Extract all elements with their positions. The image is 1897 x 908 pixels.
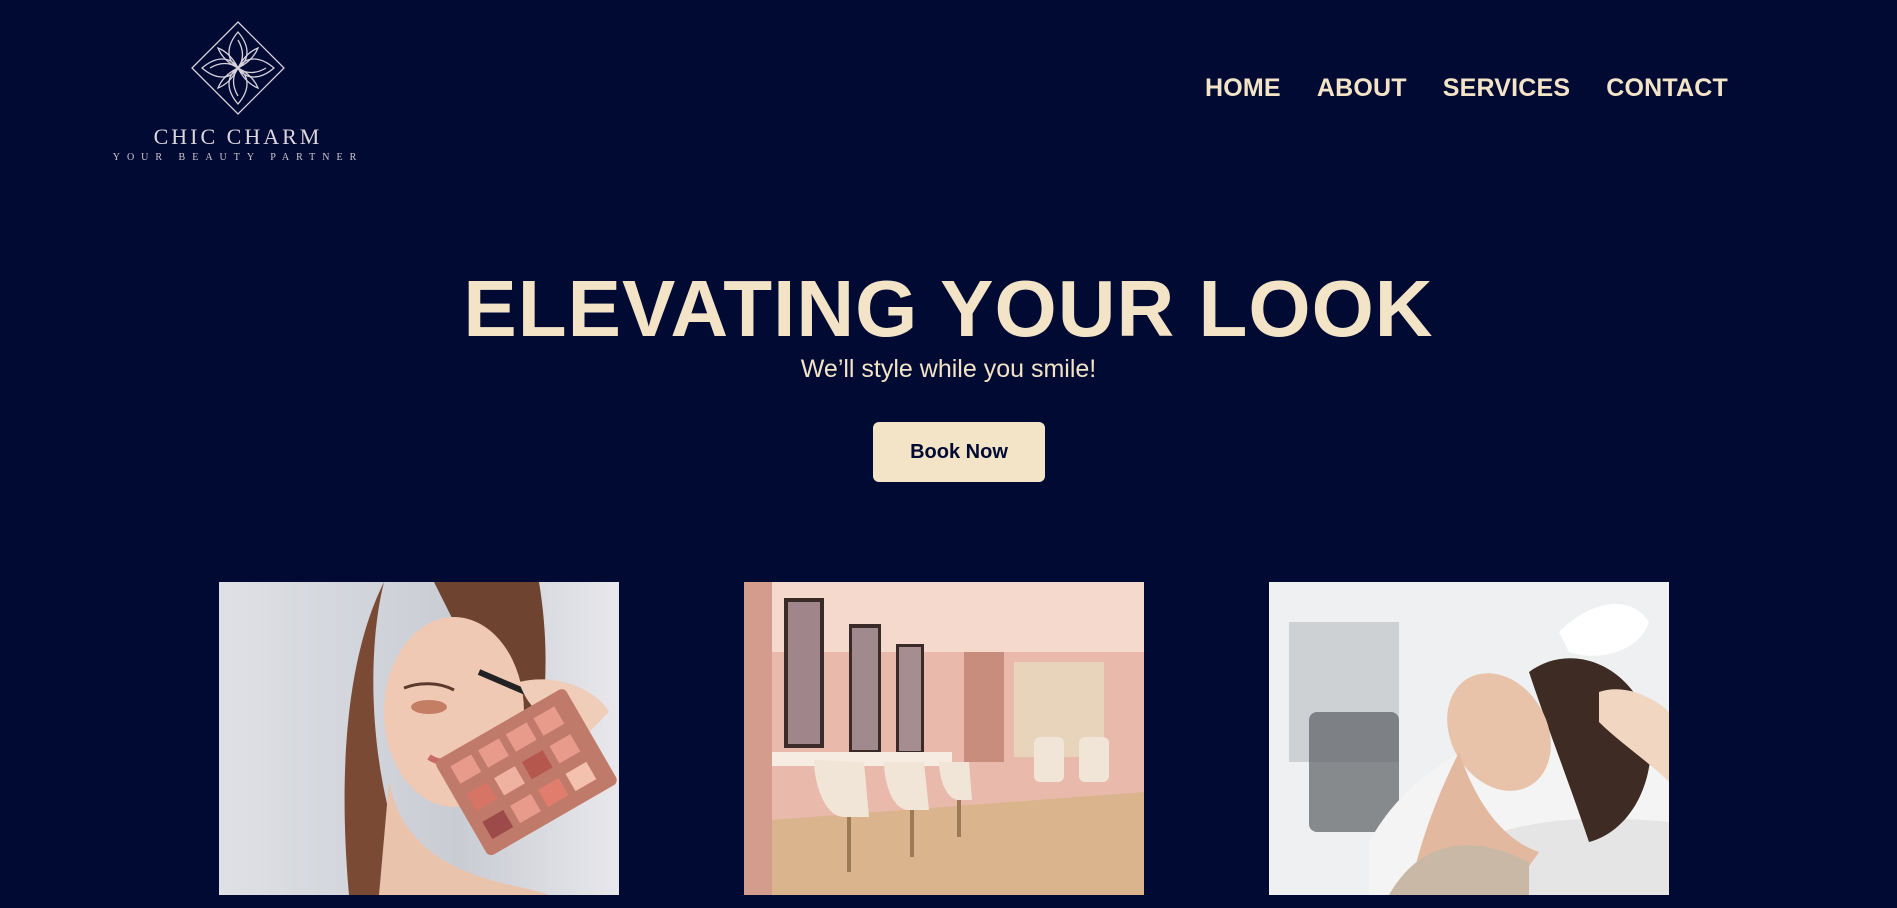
- hair-wash-photo: [1269, 582, 1669, 895]
- makeup-photo: [219, 582, 619, 895]
- floral-diamond-icon: [191, 21, 285, 115]
- nav-contact-link[interactable]: CONTACT: [1606, 74, 1728, 103]
- page: CHIC CHARM YOUR BEAUTY PARTNER HOME ABOU…: [0, 0, 1897, 908]
- salon-interior-photo: [744, 582, 1144, 895]
- brand-name: CHIC CHARM: [153, 124, 323, 149]
- book-now-button[interactable]: Book Now: [873, 422, 1045, 482]
- nav-home-link[interactable]: HOME: [1205, 74, 1281, 103]
- nav-about-link[interactable]: ABOUT: [1317, 74, 1407, 103]
- main-nav: HOME ABOUT SERVICES CONTACT: [1205, 74, 1728, 103]
- brand-tagline: YOUR BEAUTY PARTNER: [112, 152, 364, 163]
- hero-subtitle: We’ll style while you smile!: [800, 355, 1097, 383]
- hero-title: ELEVATING YOUR LOOK: [463, 264, 1434, 353]
- nav-services-link[interactable]: SERVICES: [1443, 74, 1571, 103]
- brand-logo[interactable]: CHIC CHARM YOUR BEAUTY PARTNER: [108, 20, 368, 165]
